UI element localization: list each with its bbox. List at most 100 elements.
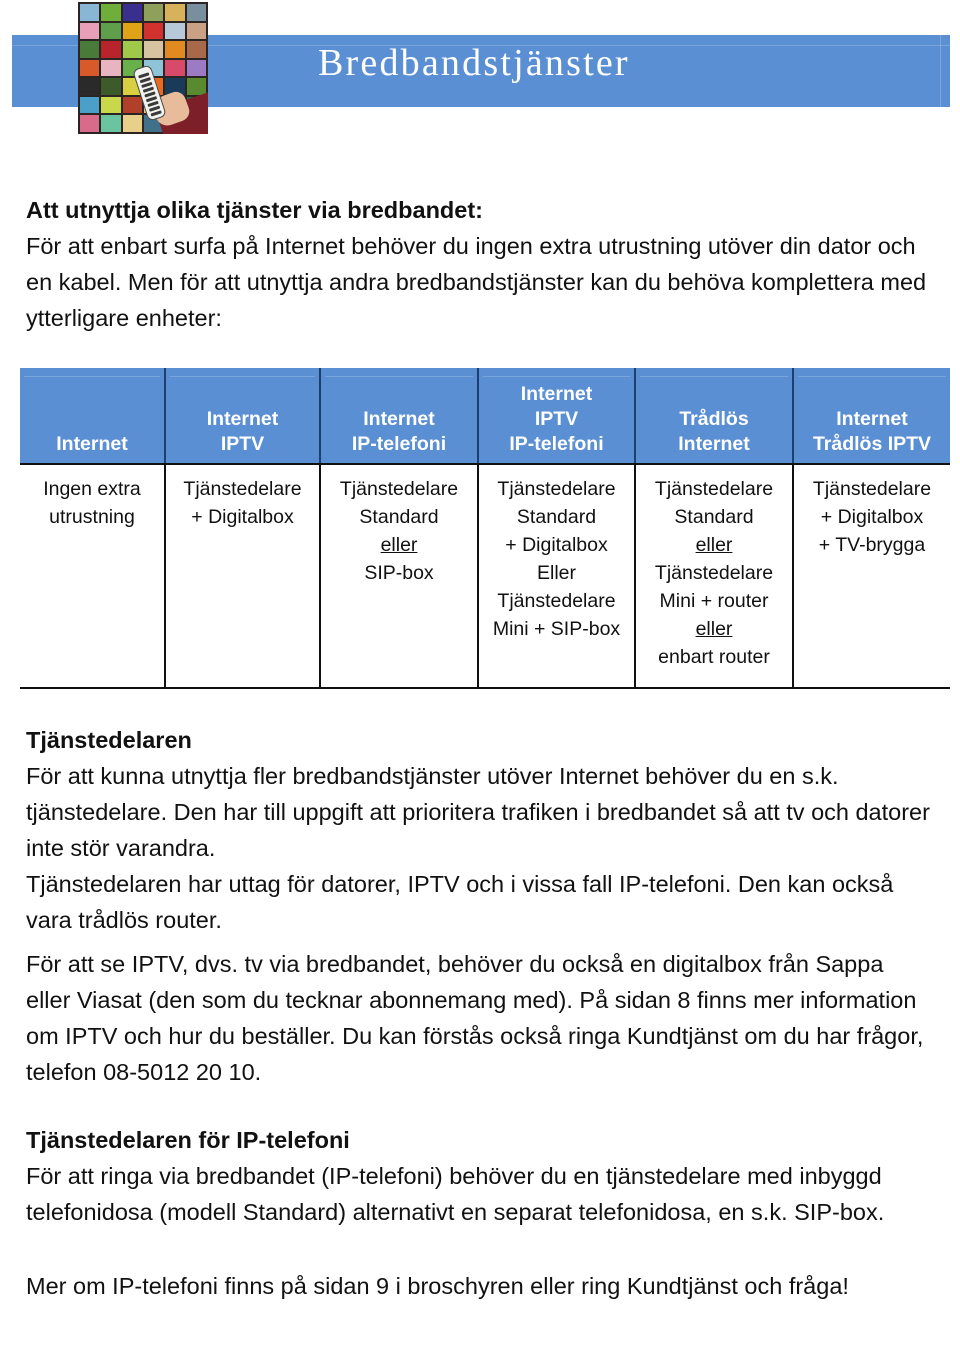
- header-highlight-line: [170, 376, 315, 377]
- mosaic-tile: [101, 41, 121, 58]
- header-line: IP-telefoni: [351, 433, 447, 455]
- cell-line: Tjänstedelare: [654, 478, 774, 500]
- header-line: Trådlös IPTV: [812, 433, 932, 455]
- mosaic-tile: [101, 59, 121, 77]
- cell-line-underlined: eller: [695, 534, 733, 556]
- intro-block: Att utnyttja olika tjänster via bredband…: [26, 192, 934, 336]
- mosaic-tile: [122, 41, 142, 58]
- cell-line: + Digitalbox: [820, 506, 924, 528]
- cell-line: eller: [325, 531, 473, 559]
- header-line: IPTV: [534, 408, 579, 430]
- mosaic-tile: [186, 22, 206, 40]
- header-highlight-line: [798, 376, 946, 377]
- cell-line: utrustning: [49, 506, 135, 528]
- cell-line-underlined: eller: [695, 618, 733, 640]
- cell-line: + TV-brygga: [818, 534, 926, 556]
- tv-mosaic-image: [78, 2, 208, 134]
- mosaic-tile: [165, 4, 185, 21]
- cell-line: Tjänstedelare: [654, 562, 774, 584]
- table-header-row: Internet Internet IPTV Internet IP-telefoni I…: [20, 368, 950, 465]
- table-column-header-1: Internet: [20, 368, 166, 465]
- remote-control-icon: [132, 64, 167, 122]
- mosaic-tile: [80, 115, 100, 132]
- mosaic-tile: [80, 41, 100, 58]
- table-cell-col-2: Tjänstedelare + Digitalbox: [165, 464, 321, 689]
- mosaic-tile: [101, 115, 121, 132]
- mosaic-tile: [101, 4, 121, 21]
- cell-line: Standard: [674, 506, 754, 528]
- section1-paragraph-2-block: Tjänstedelaren har uttag för datorer, IP…: [26, 866, 934, 938]
- intro-heading: Att utnyttja olika tjänster via bredband…: [26, 197, 484, 223]
- mosaic-tile: [101, 22, 121, 40]
- header-line: IP-telefoni: [509, 433, 604, 455]
- section1-paragraph-3-block: För att se IPTV, dvs. tv via bredbandet,…: [26, 946, 934, 1090]
- mosaic-tile: [165, 41, 185, 58]
- intro-body: För att enbart surfa på Internet behöver…: [26, 233, 927, 331]
- table-column-header-5: Trådlös Internet: [635, 368, 794, 465]
- table-body: Ingen extra utrustning Tjänstedelare + Digi…: [20, 464, 950, 689]
- section2-heading: Tjänstedelaren för IP-telefoni: [26, 1127, 350, 1153]
- header-line: IPTV: [220, 433, 265, 455]
- cell-line: Tjänstedelare: [497, 478, 616, 500]
- cell-line: Tjänstedelare: [183, 478, 302, 500]
- mosaic-tile: [122, 22, 142, 40]
- header-highlight-line: [483, 376, 630, 377]
- mosaic-tile: [80, 22, 100, 40]
- header-highlight-line: [640, 376, 788, 377]
- section1-paragraph-2: Tjänstedelaren har uttag för datorer, IP…: [26, 871, 894, 933]
- header-line: Trådlös: [679, 408, 749, 430]
- cell-line: eller: [640, 615, 788, 643]
- mosaic-tile: [144, 4, 164, 21]
- cell-line: + Digitalbox: [191, 506, 294, 528]
- cell-line: Mini + router: [659, 590, 769, 612]
- hand-with-remote-icon: [132, 64, 208, 134]
- cell-line: Standard: [516, 506, 597, 528]
- header-line: Internet: [206, 408, 279, 430]
- header-line: Internet: [520, 383, 593, 405]
- mosaic-tile: [80, 59, 100, 77]
- table-column-header-3: Internet IP-telefoni: [320, 368, 479, 465]
- table-cell-col-5: Tjänstedelare Standard eller Tjänstedelare M…: [635, 464, 794, 689]
- section2-paragraph-2: Mer om IP-telefoni finns på sidan 9 i br…: [26, 1273, 849, 1299]
- cell-line: enbart router: [658, 646, 770, 668]
- section1-paragraph-1: För att kunna utnyttja fler bredbandstjä…: [26, 763, 930, 861]
- header-line: Internet: [836, 408, 908, 430]
- table-cell-col-4: Tjänstedelare Standard + Digitalbox Eller Tj…: [478, 464, 636, 689]
- ip-telefoni-block: Tjänstedelaren för IP-telefoni För att r…: [26, 1122, 934, 1230]
- page-title: Bredbandstjänster: [318, 42, 630, 84]
- mosaic-tile: [101, 96, 121, 114]
- header-line: Internet: [678, 433, 750, 455]
- mosaic-tile: [80, 4, 100, 21]
- table-cell-col-3: Tjänstedelare Standard eller SIP-box: [320, 464, 479, 689]
- table-cell-col-1: Ingen extra utrustning: [20, 464, 166, 689]
- cell-line: Ingen extra: [43, 478, 141, 500]
- banner-edge-line: [940, 35, 941, 107]
- table-column-header-2: Internet IPTV: [165, 368, 321, 465]
- section1-heading: Tjänstedelaren: [26, 727, 192, 753]
- mosaic-tile: [144, 22, 164, 40]
- table-column-header-4: Internet IPTV IP-telefoni: [478, 368, 636, 465]
- cell-line: Tjänstedelare: [497, 590, 616, 612]
- mosaic-tile: [101, 78, 121, 95]
- cell-line: Standard: [359, 506, 439, 528]
- cell-line: Tjänstedelare: [812, 478, 932, 500]
- cell-line: Eller: [536, 562, 576, 584]
- mosaic-tile: [165, 22, 185, 40]
- mosaic-tile: [186, 41, 206, 58]
- header-highlight-line: [24, 376, 160, 377]
- section2-paragraph-2-block: Mer om IP-telefoni finns på sidan 9 i br…: [26, 1268, 934, 1304]
- cell-line: Mini + SIP-box: [492, 618, 621, 640]
- services-table: Internet Internet IPTV Internet IP-telefoni I…: [20, 368, 950, 689]
- table-row: Ingen extra utrustning Tjänstedelare + Digi…: [20, 464, 950, 689]
- cell-line: Tjänstedelare: [339, 478, 459, 500]
- table-column-header-6: Internet Trådlös IPTV: [793, 368, 950, 465]
- section1-paragraph-3: För att se IPTV, dvs. tv via bredbandet,…: [26, 951, 924, 1085]
- mosaic-tile: [186, 4, 206, 21]
- cell-line: SIP-box: [364, 562, 434, 584]
- mosaic-tile: [80, 78, 100, 95]
- header-line: Internet: [363, 408, 435, 430]
- mosaic-tile: [80, 96, 100, 114]
- mosaic-tile: [122, 4, 142, 21]
- header-line: Internet: [56, 433, 128, 455]
- mosaic-tile: [144, 41, 164, 58]
